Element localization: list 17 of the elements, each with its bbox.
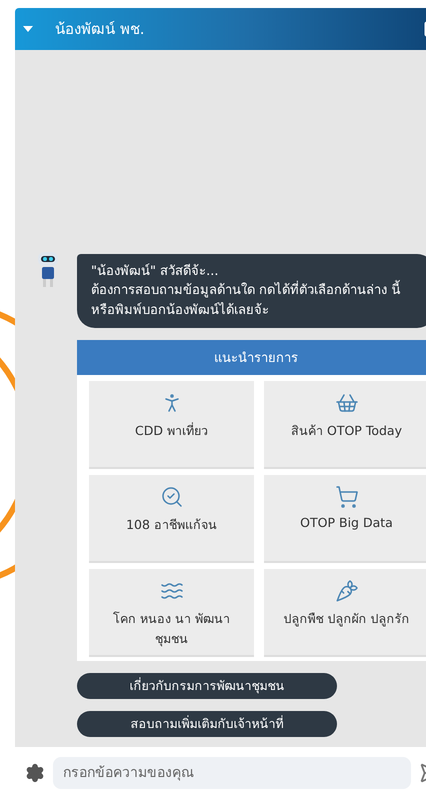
chat-title: น้องพัฒน์ พช. <box>55 19 146 40</box>
quick-reply-button[interactable]: สอบถามเพิ่มเติมกับเจ้าหน้าที่ <box>77 711 337 737</box>
quick-reply-button[interactable]: เกี่ยวกับกรมการพัฒนาชุมชน <box>77 673 337 699</box>
menu-title: แนะนำรายการ <box>77 340 426 375</box>
magnifier-icon <box>160 485 184 509</box>
menu-tile[interactable]: CDD พาเที่ยว <box>89 381 254 469</box>
menu-tile[interactable]: OTOP Big Data <box>264 475 426 563</box>
caret-down-icon[interactable] <box>23 26 33 32</box>
cart-icon <box>334 485 358 509</box>
menu-tile[interactable]: ปลูกพืช ปลูกผัก ปลูกรัก <box>264 569 426 657</box>
bot-message: "น้องพัฒน์" สวัสดีจ้ะ... ต้องการสอบถามข้อมูลด้านใด กดได้ที่ตัวเลือกด้านล่าง นี้ หรือพิมพ์บอกน้องพัฒน์ได้เลยจ้ะ <box>77 254 426 328</box>
carrot-icon <box>334 579 358 603</box>
robot-avatar-icon <box>35 250 61 290</box>
menu-tile[interactable]: 108 อาชีพแก้จน <box>89 475 254 563</box>
menu-tile[interactable]: โคก หนอง นา พัฒนา ชุมชน <box>89 569 254 657</box>
menu-tile[interactable]: สินค้า OTOP Today <box>264 381 426 469</box>
message-input[interactable]: กรอกข้อความของคุณ <box>53 757 411 789</box>
